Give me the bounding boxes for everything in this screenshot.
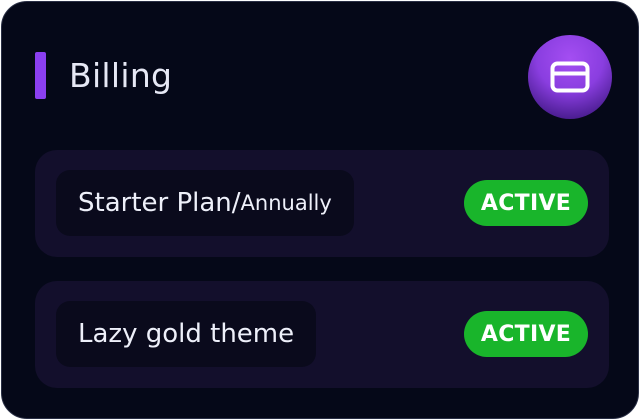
billing-period: Annually xyxy=(240,191,332,215)
page-title: Billing xyxy=(69,56,173,95)
billing-icon-badge xyxy=(528,35,612,119)
subscription-row[interactable]: Lazy gold theme ACTIVE xyxy=(35,281,609,388)
item-name: Starter Plan/ xyxy=(78,188,241,218)
status-badge: ACTIVE xyxy=(464,311,588,357)
title-accent-bar xyxy=(35,52,46,99)
credit-card-icon xyxy=(550,61,590,93)
subscription-row[interactable]: Starter Plan/Annually ACTIVE xyxy=(35,150,609,257)
status-badge: ACTIVE xyxy=(464,180,588,226)
item-name: Lazy gold theme xyxy=(78,319,295,349)
item-name-pill: Lazy gold theme xyxy=(56,301,317,367)
billing-card: Billing Starter Plan/Annually ACTIVE Laz… xyxy=(1,1,639,419)
item-name-pill: Starter Plan/Annually xyxy=(56,170,354,236)
